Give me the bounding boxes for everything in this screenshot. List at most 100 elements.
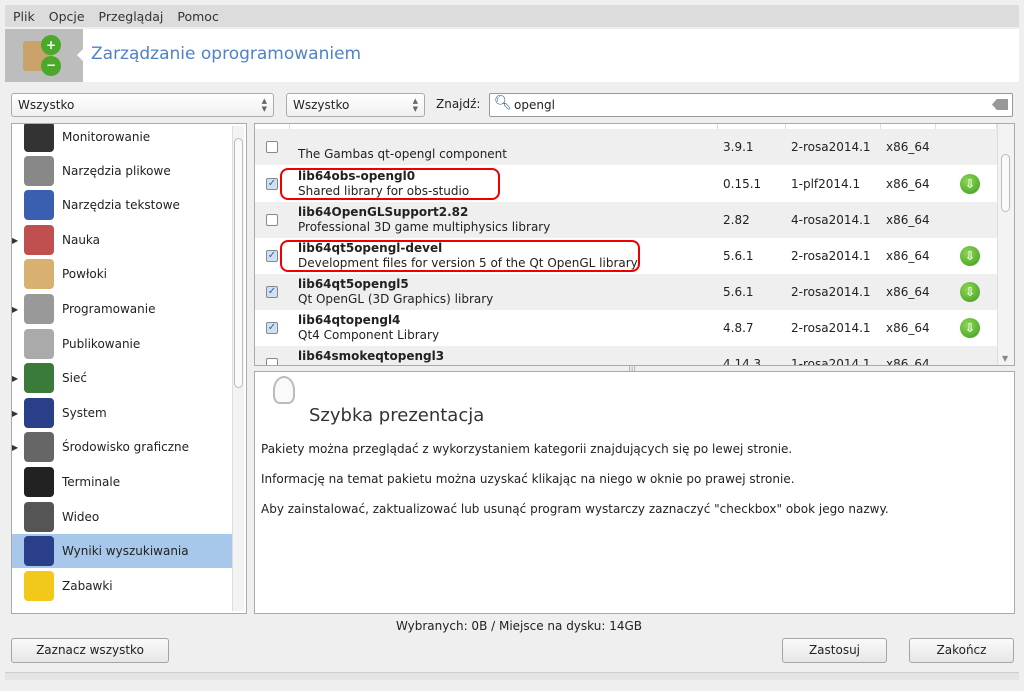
package-version: 2.82 [723,213,750,227]
package-checkbox[interactable] [266,141,278,153]
app-title: Zarządzanie oprogramowaniem [91,44,362,64]
package-checkbox[interactable] [266,358,278,365]
sidebar-item-label: Publikowanie [62,337,141,351]
menu-przegladaj[interactable]: Przeglądaj [99,9,164,24]
expand-arrow-icon[interactable]: ▶ [12,236,18,245]
window-bottom-bar [5,672,1019,680]
package-name: lib64OpenGLSupport2.82 [298,205,469,219]
sidebar-item-label: Narzędzia plikowe [62,164,171,178]
category-icon [24,190,54,220]
sidebar-item[interactable]: ▶ Programowanie [12,292,232,326]
package-checkbox[interactable]: ✓ [266,286,278,298]
apply-button[interactable]: Zastosuj [782,638,887,663]
spin-arrows-icon: ▲ ▼ [412,97,418,113]
description-line: Informację na temat pakietu można uzyska… [261,472,795,486]
package-checkbox[interactable]: ✓ [266,250,278,262]
search-label: Znajdź: [436,97,481,111]
package-name: lib64qt5opengl5 [298,277,409,291]
table-row[interactable]: ✓ lib64qt5opengl5 Qt OpenGL (3D Graphics… [255,274,997,310]
sidebar-item-label: Programowanie [62,302,156,316]
category-icon [24,363,54,393]
sidebar-item-label: Środowisko graficzne [62,440,190,454]
table-scrollbar[interactable]: ▼ [997,124,1014,365]
sidebar-item[interactable]: Terminale [12,465,232,499]
menu-opcje[interactable]: Opcje [49,9,85,24]
download-status-icon: ⇩ [960,318,980,338]
package-arch: x86_64 [886,357,930,366]
package-description: Qt OpenGL (3D Graphics) library [298,292,494,306]
sidebar-item[interactable]: Zabawki [12,569,232,603]
category-icon [24,571,54,601]
sidebar-item-label: Zabawki [62,579,113,593]
menu-plik[interactable]: Plik [13,9,35,24]
category-icon [24,294,54,324]
category-icon [24,432,54,462]
description-panel: Szybka prezentacja Pakiety można przeglą… [254,371,1015,614]
package-arch: x86_64 [886,321,930,335]
sidebar-item[interactable]: ▶ Nauka [12,223,232,257]
sidebar-item[interactable]: Publikowanie [12,327,232,361]
package-checkbox[interactable] [266,214,278,226]
sidebar-item[interactable]: Narzędzia plikowe [12,154,232,188]
table-row[interactable]: lib64smokeqtopengl3 4.14.3 1-rosa2014.1 … [255,346,997,366]
category-icon [24,536,54,566]
sidebar-item-label: Narzędzia tekstowe [62,198,180,212]
sidebar-item[interactable]: Wideo [12,500,232,534]
lightbulb-icon [273,376,295,404]
sidebar-item[interactable]: Monitorowanie [12,124,232,154]
package-name: lib64qtopengl4 [298,313,401,327]
sidebar-item-label: Sieć [62,371,87,385]
scrollbar-thumb[interactable] [1001,154,1010,212]
expand-arrow-icon[interactable]: ▶ [12,443,18,452]
table-row[interactable]: The Gambas qt-opengl component 3.9.1 2-r… [255,129,997,165]
header: + − Zarządzanie oprogramowaniem [5,29,1019,82]
sidebar-scrollbar[interactable] [232,126,244,611]
category-icon [24,124,54,152]
package-version: 4.14.3 [723,357,762,366]
package-checkbox[interactable]: ✓ [266,322,278,334]
package-arch: x86_64 [886,213,930,227]
category-icon [24,502,54,532]
quit-button[interactable]: Zakończ [909,638,1014,663]
clear-search-icon[interactable] [992,99,1008,110]
status-filter-combo[interactable]: Wszystko ▲ ▼ [286,93,425,117]
search-value: opengl [514,98,555,112]
package-arch: x86_64 [886,249,930,263]
search-icon: 🔍︎ [494,95,512,111]
category-icon [24,329,54,359]
sidebar-item-label: System [62,406,107,420]
sidebar-item[interactable]: Narzędzia tekstowe [12,188,232,222]
highlight-annotation [280,240,640,272]
category-icon [24,156,54,186]
category-icon [24,259,54,289]
expand-arrow-icon[interactable]: ▶ [12,305,18,314]
table-row[interactable]: ✓ lib64qt5opengl-devel Development files… [255,238,997,274]
category-icon [24,398,54,428]
select-all-button[interactable]: Zaznacz wszystko [11,638,169,663]
description-line: Aby zainstalować, zaktualizować lub usun… [261,502,889,516]
menu-pomoc[interactable]: Pomoc [177,9,218,24]
sidebar-item[interactable]: ▶ Sieć [12,361,232,395]
sidebar-item[interactable]: ▶ Środowisko graficzne [12,430,232,464]
package-version: 5.6.1 [723,249,754,263]
sidebar-item[interactable]: Wyniki wyszukiwania [12,534,232,568]
package-description: The Gambas qt-opengl component [298,147,507,161]
package-version: 4.8.7 [723,321,754,335]
spin-arrows-icon: ▲ ▼ [261,97,267,113]
scrollbar-thumb[interactable] [234,138,243,388]
sidebar-item[interactable]: ▶ System [12,396,232,430]
sidebar-item[interactable]: Powłoki [12,257,232,291]
package-release: 1-plf2014.1 [791,177,861,191]
package-checkbox[interactable]: ✓ [266,178,278,190]
scroll-down-icon[interactable]: ▼ [1002,354,1008,363]
table-row[interactable]: ✓ lib64obs-opengl0 Shared library for ob… [255,166,997,202]
table-row[interactable]: ✓ lib64qtopengl4 Qt4 Component Library 4… [255,310,997,346]
package-version: 3.9.1 [723,140,754,154]
table-row[interactable]: lib64OpenGLSupport2.82 Professional 3D g… [255,202,997,238]
package-arch: x86_64 [886,285,930,299]
package-release: 2-rosa2014.1 [791,321,871,335]
expand-arrow-icon[interactable]: ▶ [12,409,18,418]
expand-arrow-icon[interactable]: ▶ [12,374,18,383]
category-filter-combo[interactable]: Wszystko ▲ ▼ [11,93,274,117]
search-input[interactable]: 🔍︎ opengl [489,93,1013,117]
